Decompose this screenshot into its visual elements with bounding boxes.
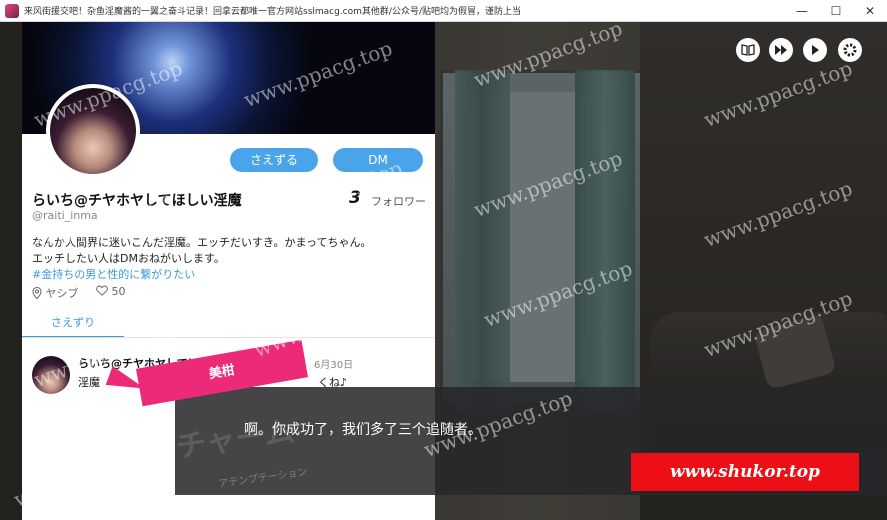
- post-text-start: 淫魔: [78, 376, 100, 389]
- settings-button[interactable]: [838, 38, 862, 62]
- close-button[interactable]: ✕: [853, 0, 887, 22]
- play-icon: [812, 45, 819, 55]
- app-icon: [5, 4, 19, 18]
- dialogue-text: 啊。你成功了，我们多了三个追随者。: [244, 422, 482, 438]
- game-scene[interactable]: さえずる DM らいち@チヤホヤしてほしい淫魔 @raiti_inma 3 フォ…: [0, 22, 887, 520]
- maximize-button[interactable]: ☐: [819, 0, 853, 22]
- profile-bio-line2: エッチしたい人はDMおねがいします。: [32, 252, 225, 265]
- auto-button[interactable]: [803, 38, 827, 62]
- heart-icon: [96, 285, 108, 296]
- profile-handle: @raiti_inma: [32, 209, 98, 222]
- profile-bio-line1: なんか人間界に迷いこんだ淫魔。エッチだいすき。かまってちゃん。: [32, 236, 372, 249]
- likes-count: 50: [111, 285, 126, 298]
- tab-tweets[interactable]: さえずり: [22, 314, 124, 338]
- likes: 50: [96, 285, 126, 298]
- book-icon: [741, 44, 755, 56]
- tab-divider: [22, 337, 435, 338]
- follower-label: フォロワー: [371, 195, 426, 208]
- fast-forward-icon: [775, 45, 787, 55]
- profile-avatar: [46, 84, 140, 178]
- backlog-button[interactable]: [736, 38, 760, 62]
- site-badge: www.shukor.top: [631, 453, 859, 491]
- post-avatar: [32, 356, 70, 394]
- skip-button[interactable]: [769, 38, 793, 62]
- dm-button[interactable]: DM: [333, 148, 423, 172]
- location-pin-icon: [32, 286, 42, 300]
- follower-count: 3: [349, 188, 361, 208]
- tweet-button[interactable]: さえずる: [230, 148, 318, 172]
- profile-name: らいち@チヤホヤしてほしい淫魔: [32, 193, 242, 209]
- minimize-button[interactable]: —: [785, 0, 819, 22]
- profile-hashtag[interactable]: #金持ちの男と性的に繋がりたい: [32, 266, 195, 282]
- location: ヤシブ: [32, 285, 79, 301]
- location-text: ヤシブ: [45, 287, 79, 300]
- post-date: 6月30日: [314, 360, 354, 371]
- title-bar: 来风街援交吧！杂鱼淫魔酱的一翼之奋斗记录！回拿云都唯一官方网站sslmacg.c…: [0, 0, 887, 22]
- gear-icon: [843, 43, 857, 57]
- window-title: 来风街援交吧！杂鱼淫魔酱的一翼之奋斗记录！回拿云都唯一官方网站sslmacg.c…: [24, 7, 521, 17]
